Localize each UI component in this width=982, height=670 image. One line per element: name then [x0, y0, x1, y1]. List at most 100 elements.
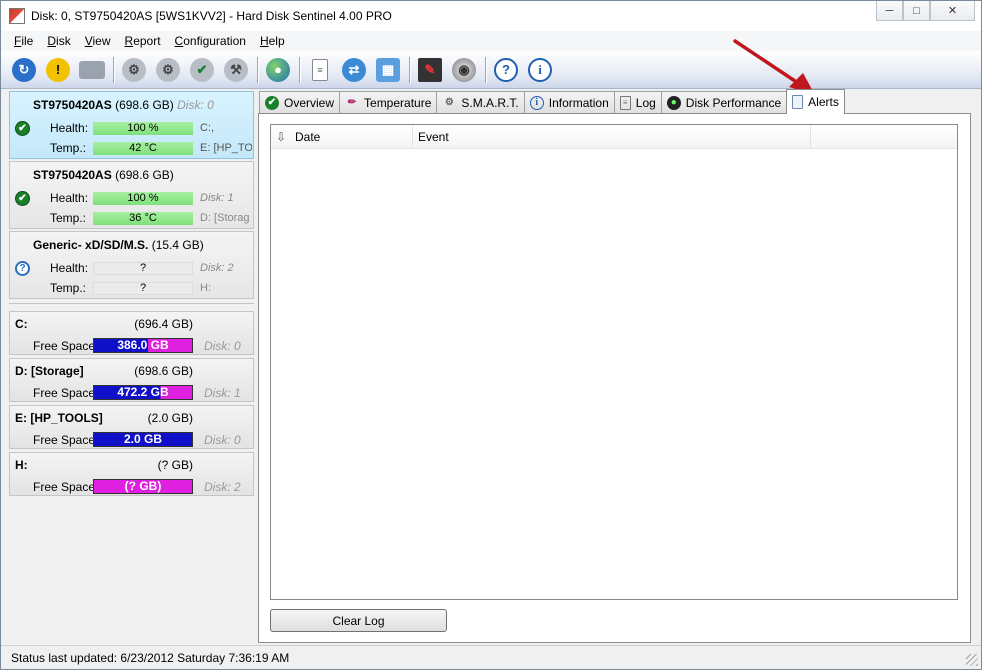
health-label: Health: — [50, 191, 89, 205]
partition-entry[interactable]: H: (? GB) Free Space (? GB) Disk: 2 — [9, 452, 254, 496]
health-bar: 100 % — [93, 192, 193, 205]
disk-entry[interactable]: ST9750420AS (698.6 GB) Disk: 0 ✔ Health:… — [9, 91, 254, 159]
free-space-label: Free Space — [33, 339, 96, 353]
disk-test-2-icon: ⚙ — [156, 57, 180, 82]
restore-button[interactable]: □ — [903, 1, 930, 21]
tab-alerts[interactable]: Alerts — [786, 89, 845, 114]
partition-size: (2.0 GB) — [147, 411, 193, 425]
monitor-icon: ✎ — [418, 57, 442, 82]
sound-button[interactable]: ◉ — [449, 55, 479, 85]
info-icon: i — [528, 57, 552, 82]
partition-size: (698.6 GB) — [134, 364, 193, 378]
warning-icon: ! — [46, 57, 70, 82]
status-bar: Status last updated: 6/23/2012 Saturday … — [1, 645, 981, 669]
disk-tools-button[interactable]: ⚒ — [221, 55, 251, 85]
partition-name: H: — [15, 458, 28, 472]
health-bar: 100 % — [93, 122, 193, 135]
network-icon: ▦ — [376, 57, 400, 82]
free-space-label: Free Space — [33, 386, 96, 400]
menu-disk[interactable]: Disk — [40, 31, 77, 51]
disk-icon — [79, 60, 105, 79]
main-window: Disk: 0, ST9750420AS [5WS1KVV2] - Hard D… — [0, 0, 982, 670]
disk-name: ST9750420AS (698.6 GB) Disk: 0 — [33, 98, 214, 112]
menu-report[interactable]: Report — [118, 31, 168, 51]
title-bar[interactable]: Disk: 0, ST9750420AS [5WS1KVV2] - Hard D… — [1, 1, 981, 31]
health-label: Health: — [50, 261, 89, 275]
toolbar-separator — [409, 56, 411, 83]
menu-help[interactable]: Help — [253, 31, 292, 51]
disk-test-icon: ⚙ — [122, 57, 146, 82]
column-event[interactable]: Event — [413, 125, 811, 149]
menu-file[interactable]: File — [7, 31, 40, 51]
help-button[interactable]: ? — [491, 55, 521, 85]
tab-information[interactable]: i Information — [523, 91, 615, 113]
alert-button[interactable]: ! — [43, 55, 73, 85]
disk-check-icon: ✔ — [190, 57, 214, 82]
sync-button[interactable]: ⇄ — [339, 55, 369, 85]
help-icon: ? — [494, 57, 518, 82]
temperature-bar: 36 °C — [93, 212, 193, 225]
toolbar-separator — [485, 56, 487, 83]
partition-disk: Disk: 0 — [204, 433, 241, 447]
network-button[interactable]: ▦ — [373, 55, 403, 85]
minimize-button[interactable]: ─ — [876, 1, 903, 21]
tab-overview[interactable]: ✔ Overview — [259, 91, 341, 113]
disk-test-2-button[interactable]: ⚙ — [153, 55, 183, 85]
disk-check-button[interactable]: ✔ — [187, 55, 217, 85]
tab-log[interactable]: ≡ Log — [613, 91, 662, 113]
sound-icon: ◉ — [452, 57, 476, 82]
alerts-list[interactable]: ⇩ Date Event — [270, 124, 958, 600]
disk-button[interactable] — [77, 55, 107, 85]
tab-smart[interactable]: ⚙ S.M.A.R.T. — [436, 91, 525, 113]
web-button[interactable]: ● — [263, 55, 293, 85]
partition-entry[interactable]: C: (696.4 GB) Free Space 386.0 GB Disk: … — [9, 311, 254, 355]
left-panel: ST9750420AS (698.6 GB) Disk: 0 ✔ Health:… — [9, 91, 254, 639]
temp-label: Temp.: — [50, 281, 87, 295]
info-button[interactable]: i — [525, 55, 555, 85]
monitor-button[interactable]: ✎ — [415, 55, 445, 85]
disk-number: Disk: 1 — [200, 192, 234, 204]
temperature-bar: 42 °C — [93, 142, 193, 155]
alerts-panel: ⇩ Date Event Clear Log — [258, 113, 971, 643]
partition-name: C: — [15, 317, 28, 331]
refresh-icon: ↻ — [12, 57, 36, 82]
globe-icon: ● — [266, 57, 290, 82]
health-label: Health: — [50, 121, 89, 135]
sync-icon: ⇄ — [342, 57, 366, 82]
resize-grip[interactable] — [966, 654, 978, 666]
partition-size: (? GB) — [157, 458, 193, 472]
smart-icon: ⚙ — [444, 97, 454, 108]
alerts-icon — [792, 95, 804, 109]
close-button[interactable]: ✕ — [930, 1, 975, 21]
disk-entry[interactable]: ST9750420AS (698.6 GB) ✔ Health: 100 % D… — [9, 161, 254, 229]
menu-configuration[interactable]: Configuration — [168, 31, 253, 51]
divider — [9, 303, 254, 304]
free-space-bar: 2.0 GB — [93, 432, 193, 447]
partition-entry[interactable]: E: [HP_TOOLS] (2.0 GB) Free Space 2.0 GB… — [9, 405, 254, 449]
disk-entry[interactable]: Generic- xD/SD/M.S. (15.4 GB) ? Health: … — [9, 231, 254, 299]
status-text: Status last updated: 6/23/2012 Saturday … — [11, 651, 290, 665]
info-icon: i — [529, 95, 544, 110]
tab-temperature[interactable]: ✏ Temperature — [339, 91, 438, 113]
temperature-bar: ? — [93, 282, 193, 295]
partition-entry[interactable]: D: [Storage] (698.6 GB) Free Space 472.2… — [9, 358, 254, 402]
window-title: Disk: 0, ST9750420AS [5WS1KVV2] - Hard D… — [31, 9, 392, 23]
clear-log-button[interactable]: Clear Log — [270, 609, 447, 632]
temp-label: Temp.: — [50, 141, 87, 155]
report-button[interactable]: ≡ — [305, 55, 335, 85]
refresh-button[interactable]: ↻ — [9, 55, 39, 85]
menu-view[interactable]: View — [78, 31, 118, 51]
disk-partitions: H: — [200, 282, 211, 294]
performance-icon: ● — [666, 95, 681, 110]
toolbar: ↻ ! ⚙ ⚙ ✔ ⚒ ● ≡ ⇄ ▦ ✎ ◉ ? i — [1, 51, 981, 89]
disk-test-button[interactable]: ⚙ — [119, 55, 149, 85]
toolbar-separator — [257, 56, 259, 83]
column-date[interactable]: ⇩ Date — [271, 125, 413, 149]
thermometer-icon: ✏ — [347, 97, 357, 108]
disk-partitions: D: [Storag — [200, 212, 250, 224]
disk-tools-icon: ⚒ — [224, 57, 248, 82]
free-space-bar: 472.2 GB — [93, 385, 193, 400]
health-bar: ? — [93, 262, 193, 275]
partition-name: D: [Storage] — [15, 364, 84, 378]
disk-name: ST9750420AS (698.6 GB) — [33, 168, 174, 182]
